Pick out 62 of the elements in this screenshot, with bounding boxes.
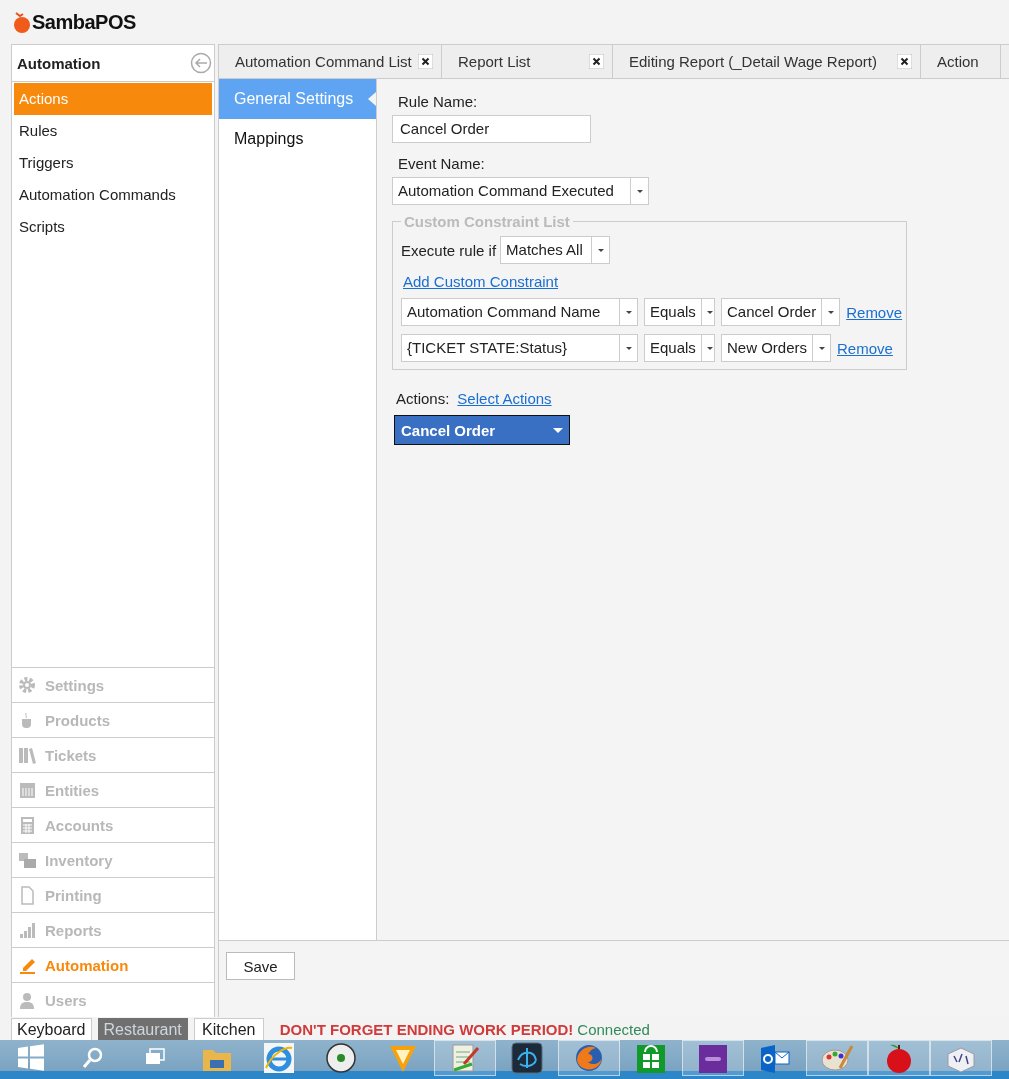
gear-icon xyxy=(18,675,37,695)
sidebar-title: Automation xyxy=(17,54,101,72)
sidebar-item[interactable]: Automation Commands xyxy=(14,179,212,211)
bar-chart-icon xyxy=(18,920,37,940)
caret-icon xyxy=(707,346,714,350)
page-icon xyxy=(18,885,37,905)
nav-tab[interactable]: Mappings xyxy=(219,119,376,159)
caret-icon xyxy=(597,248,604,252)
action-dropdown[interactable]: Cancel Order xyxy=(394,415,570,445)
caret-icon xyxy=(636,189,643,193)
group-title: Custom Constraint List xyxy=(403,213,571,230)
operator-dropdown[interactable]: Equals xyxy=(644,298,715,326)
apple-logo-icon xyxy=(11,11,31,33)
constraint-name-dropdown[interactable]: Automation Command Name xyxy=(401,298,638,326)
warning-message: DON'T FORGET ENDING WORK PERIOD! xyxy=(279,1020,574,1040)
rule-name-field[interactable]: Cancel Order xyxy=(392,115,591,143)
match-dropdown[interactable]: Matches All xyxy=(500,236,611,264)
notepad-icon[interactable] xyxy=(434,1040,496,1076)
tab[interactable]: Automation Command List xyxy=(219,45,442,78)
close-icon[interactable] xyxy=(897,54,912,69)
field-label: Actions: xyxy=(396,390,450,407)
constraint-name-dropdown[interactable]: {TICKET STATE:Status} xyxy=(401,334,638,362)
cube-icon[interactable] xyxy=(930,1040,992,1076)
sidebar-item[interactable]: Rules xyxy=(14,115,212,147)
close-icon[interactable] xyxy=(418,54,433,69)
add-constraint-link[interactable]: Add Custom Constraint xyxy=(403,273,559,290)
apple-icon[interactable] xyxy=(868,1040,930,1076)
field-label: Execute rule if xyxy=(401,241,497,259)
remove-link[interactable]: Remove xyxy=(846,303,903,321)
fox-globe-icon[interactable] xyxy=(558,1040,620,1076)
caret-icon xyxy=(625,310,632,314)
books-icon xyxy=(18,745,37,765)
sidebar-item[interactable]: Scripts xyxy=(14,211,212,243)
operator-dropdown[interactable]: Equals xyxy=(644,334,715,362)
sidebar-item[interactable]: Triggers xyxy=(14,147,212,179)
grid-icon xyxy=(18,780,37,800)
field-label: Event Name: xyxy=(398,155,485,172)
user-icon xyxy=(18,990,37,1010)
close-icon[interactable] xyxy=(589,54,604,69)
select-actions-link[interactable]: Select Actions xyxy=(457,390,552,407)
caret-icon xyxy=(553,427,563,433)
tab[interactable]: Editing Report (_Detail Wage Report) xyxy=(613,45,921,78)
caret-icon xyxy=(818,346,825,350)
caret-icon xyxy=(625,346,632,350)
event-dropdown[interactable]: Automation Command Executed xyxy=(392,177,649,205)
department-button[interactable]: Kitchen xyxy=(193,1018,264,1040)
field-label: Rule Name: xyxy=(398,93,478,110)
department-button[interactable]: Keyboard xyxy=(11,1018,92,1040)
calculator-icon xyxy=(18,815,37,835)
connection-status: Connected xyxy=(577,1020,650,1040)
tab[interactable]: Action xyxy=(921,45,1001,78)
app-logo-text: SambaPOS xyxy=(32,10,136,34)
caret-icon xyxy=(827,310,834,314)
caret-icon xyxy=(707,310,714,314)
palette-icon[interactable] xyxy=(806,1040,868,1076)
constraint-value-dropdown[interactable]: New Orders xyxy=(721,334,832,362)
tab[interactable]: Report List xyxy=(442,45,613,78)
save-button[interactable]: Save xyxy=(226,952,295,980)
app-tile-icon[interactable] xyxy=(682,1040,744,1076)
remove-link[interactable]: Remove xyxy=(837,339,893,357)
constraint-value-dropdown[interactable]: Cancel Order xyxy=(721,298,841,326)
boxes-icon xyxy=(18,850,37,870)
